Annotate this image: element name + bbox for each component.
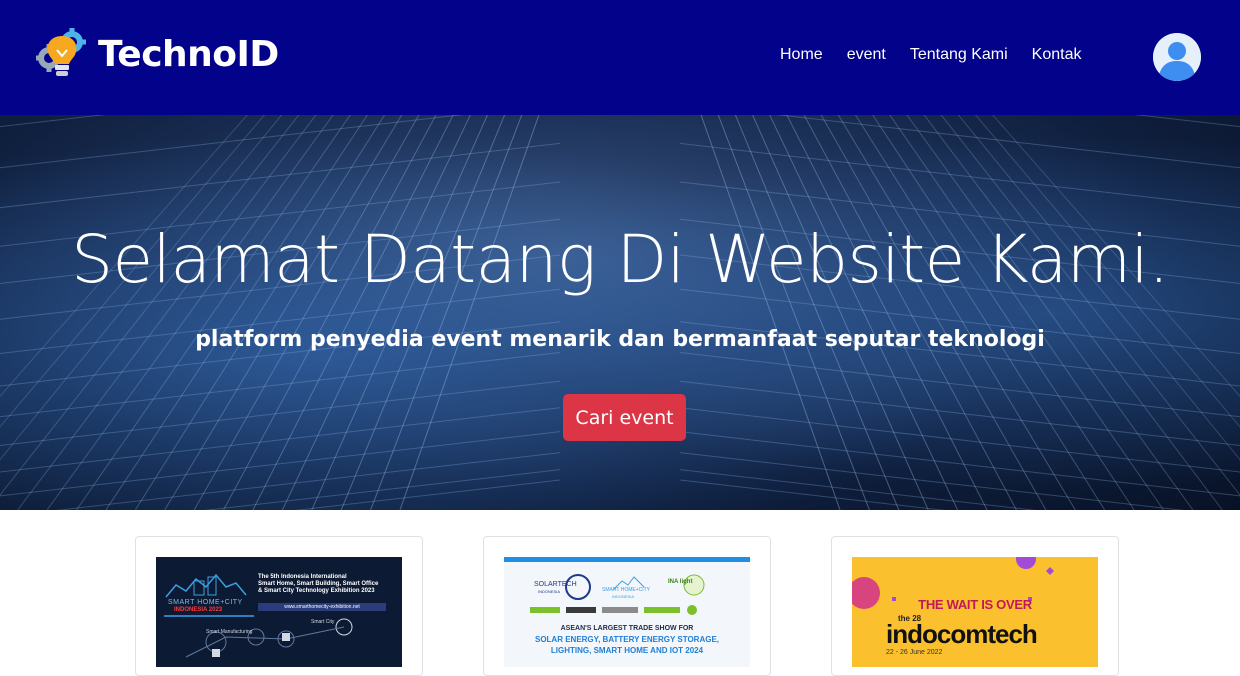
search-event-button[interactable]: Cari event bbox=[563, 394, 686, 441]
event-card[interactable]: SOLARTECH INDONESIA SMART HOME+CITY INDO… bbox=[483, 536, 771, 676]
poster-line: & Smart City Technology Exhibition 2023 bbox=[258, 588, 375, 594]
user-avatar-icon bbox=[1153, 33, 1201, 81]
user-avatar-button[interactable] bbox=[1153, 33, 1201, 81]
nav-item-home[interactable]: Home bbox=[780, 46, 823, 64]
event-card[interactable]: THE WAIT IS OVER the 28 indocomtech 22 -… bbox=[831, 536, 1119, 676]
hero-subtitle: platform penyedia event menarik dan berm… bbox=[195, 327, 1045, 352]
poster-line: INDONESIA 2023 bbox=[174, 607, 223, 613]
poster-line: SOLAR ENERGY, BATTERY ENERGY STORAGE, bbox=[534, 635, 720, 644]
poster-line: Smart City bbox=[311, 619, 335, 625]
brand-name: TechnoID bbox=[98, 33, 279, 75]
event-poster-image: The 5th Indonesia International Smart Ho… bbox=[156, 557, 402, 667]
navbar: TechnoID Home event Tentang Kami Kontak bbox=[0, 0, 1240, 115]
poster-line: INDONESIA bbox=[538, 589, 561, 594]
hero-grid-background bbox=[0, 115, 1240, 510]
brand[interactable]: TechnoID bbox=[36, 26, 279, 82]
poster-line: SMART HOME+CITY bbox=[602, 587, 651, 593]
poster-line: Smart Manufacturing bbox=[206, 629, 253, 635]
poster-line: www.smarthomecity-exhibition.net bbox=[258, 603, 386, 611]
poster-line: SMART HOME+CITY bbox=[168, 599, 243, 606]
poster-line: ASEAN'S LARGEST TRADE SHOW FOR bbox=[560, 625, 694, 632]
nav-menu: Home event Tentang Kami Kontak bbox=[780, 46, 1105, 64]
lightbulb-gear-icon bbox=[36, 28, 86, 76]
poster-top-bar bbox=[504, 557, 750, 562]
poster-line: LIGHTING, SMART HOME AND IOT 2024 bbox=[550, 646, 704, 655]
poster-line: INDONESIA bbox=[612, 594, 635, 599]
poster-line: Smart Home, Smart Building, Smart Office bbox=[258, 581, 379, 587]
event-card[interactable]: The 5th Indonesia International Smart Ho… bbox=[135, 536, 423, 676]
nav-item-tentang-kami[interactable]: Tentang Kami bbox=[910, 46, 1008, 64]
nav-item-event[interactable]: event bbox=[847, 46, 886, 64]
poster-line: The 5th Indonesia International bbox=[258, 574, 347, 580]
hero-banner: Selamat Datang Di Website Kami. platform… bbox=[0, 115, 1240, 510]
nav-item-kontak[interactable]: Kontak bbox=[1032, 46, 1082, 64]
poster-line: INA light bbox=[668, 579, 693, 585]
poster-line: indocomtech bbox=[886, 619, 1038, 649]
hero-title: Selamat Datang Di Website Kami. bbox=[71, 221, 1169, 298]
event-poster-image: THE WAIT IS OVER the 28 indocomtech 22 -… bbox=[852, 557, 1098, 667]
poster-line: THE WAIT IS OVER bbox=[918, 597, 1032, 612]
event-poster-image: SOLARTECH INDONESIA SMART HOME+CITY INDO… bbox=[504, 557, 750, 667]
poster-line: SOLARTECH bbox=[534, 581, 577, 588]
